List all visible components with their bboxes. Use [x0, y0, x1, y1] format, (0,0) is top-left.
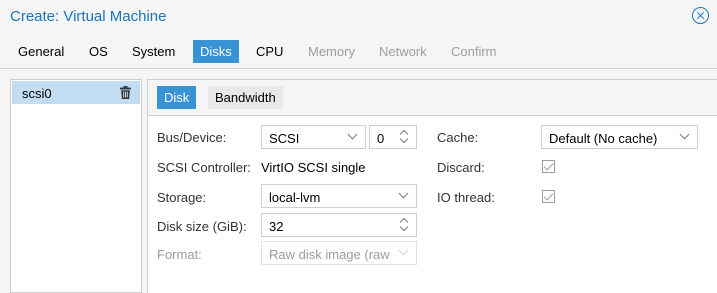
subtab-bandwidth[interactable]: Bandwidth [208, 86, 283, 109]
cache-select[interactable]: Default (No cache) [541, 125, 698, 149]
io-thread-label: IO thread: [437, 190, 495, 205]
disk-subtabbar: Disk Bandwidth [148, 80, 717, 116]
disk-panel: Disk Bandwidth Bus/Device: SCSI 0 SCSI C… [147, 79, 717, 293]
tab-disks[interactable]: Disks [193, 40, 239, 63]
tab-system[interactable]: System [125, 40, 182, 63]
bus-value: SCSI [269, 131, 300, 146]
window-titlebar: Create: Virtual Machine [0, 0, 717, 33]
format-value: Raw disk image (raw [269, 247, 390, 262]
tab-confirm[interactable]: Confirm [444, 40, 504, 63]
disk-size-stepper[interactable]: 32 [261, 213, 417, 237]
tab-os[interactable]: OS [82, 40, 115, 63]
disk-list: scsi0 [10, 79, 142, 293]
disk-list-item[interactable]: scsi0 [12, 81, 140, 104]
device-index-value: 0 [377, 131, 385, 146]
tab-general[interactable]: General [11, 40, 71, 63]
disk-size-label: Disk size (GiB): [157, 219, 247, 234]
subtab-disk[interactable]: Disk [157, 86, 197, 109]
storage-label: Storage: [157, 190, 207, 205]
chevron-down-icon [679, 129, 690, 140]
storage-value: local-lvm [269, 190, 321, 205]
spin-down-icon[interactable] [399, 134, 409, 144]
chevron-down-icon [398, 245, 409, 256]
chevron-down-icon [347, 129, 358, 140]
trash-icon[interactable] [120, 86, 131, 99]
bus-select[interactable]: SCSI [261, 125, 366, 149]
discard-checkbox[interactable] [542, 160, 555, 173]
window-title: Create: Virtual Machine [10, 8, 167, 25]
bus-device-label: Bus/Device: [157, 130, 227, 145]
tab-memory[interactable]: Memory [301, 40, 362, 63]
tab-cpu[interactable]: CPU [249, 40, 290, 63]
wizard-tabbar: General OS System Disks CPU Memory Netwo… [0, 33, 717, 69]
close-icon[interactable] [692, 7, 709, 24]
disk-label: scsi0 [22, 86, 52, 101]
format-select[interactable]: Raw disk image (raw [261, 241, 417, 265]
scsi-controller-label: SCSI Controller: [157, 160, 251, 175]
tab-network[interactable]: Network [372, 40, 434, 63]
format-label: Format: [157, 247, 202, 262]
cache-label: Cache: [437, 130, 479, 145]
device-index-stepper[interactable]: 0 [369, 125, 417, 149]
chevron-down-icon [398, 188, 409, 199]
content-area: scsi0 Disk Bandwidth Bus/Device: SCSI 0 [0, 70, 717, 293]
cache-value: Default (No cache) [549, 131, 658, 146]
spin-down-icon[interactable] [399, 222, 409, 232]
discard-label: Discard: [437, 160, 485, 175]
disk-size-value: 32 [269, 219, 284, 234]
io-thread-checkbox[interactable] [542, 190, 555, 203]
storage-select[interactable]: local-lvm [261, 184, 417, 208]
scsi-controller-value: VirtIO SCSI single [261, 160, 366, 175]
